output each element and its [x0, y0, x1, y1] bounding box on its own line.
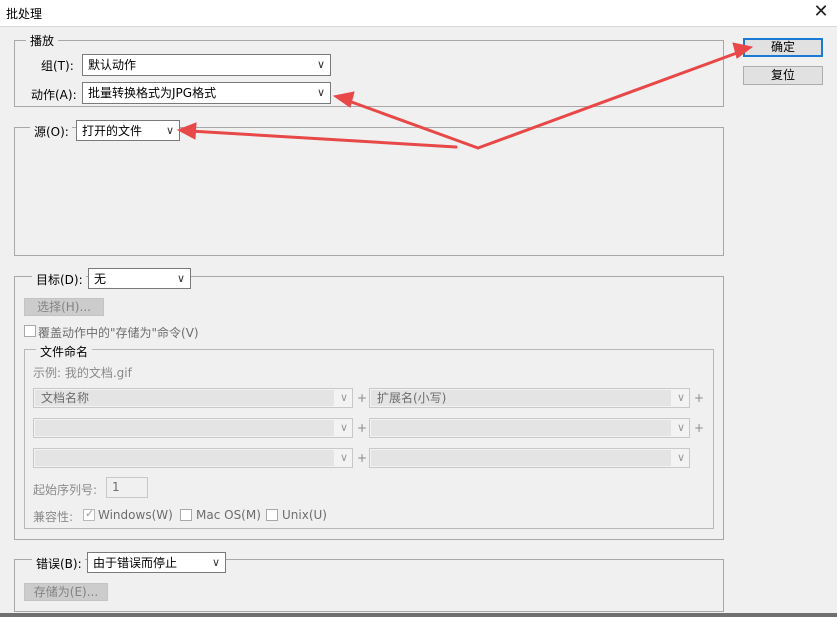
windows-checkbox[interactable]	[83, 507, 95, 521]
chevron-down-icon: ∨	[316, 58, 325, 71]
plus-sign: +	[357, 451, 368, 465]
naming-field-4[interactable]: ∨	[369, 418, 690, 438]
save-as-button[interactable]: 存储为(E)...	[24, 583, 108, 601]
naming-field-6[interactable]: ∨	[369, 448, 690, 468]
group-select-value: 默认动作	[88, 58, 137, 72]
action-select-value: 批量转换格式为JPG格式	[88, 86, 217, 100]
group-select[interactable]: 默认动作 ∨	[82, 54, 331, 76]
chevron-down-icon: ∨	[176, 272, 185, 285]
chevron-down-icon: ∨	[676, 451, 685, 464]
action-select[interactable]: 批量转换格式为JPG格式 ∨	[82, 82, 331, 104]
errors-select-value: 由于错误而停止	[93, 556, 178, 570]
close-icon[interactable]: ✕	[808, 1, 834, 25]
source-group	[14, 127, 724, 256]
group-label: 组(T):	[41, 59, 74, 73]
title-divider	[0, 26, 837, 27]
serial-input[interactable]: 1	[106, 477, 148, 498]
destination-label: 目标(D):	[32, 271, 86, 288]
source-label: 源(O):	[30, 123, 72, 140]
taskbar-edge	[0, 613, 837, 617]
errors-label: 错误(B):	[32, 555, 85, 572]
window-title: 批处理	[6, 7, 43, 21]
chevron-down-icon: ∨	[165, 124, 174, 137]
plus-sign: +	[694, 421, 705, 435]
play-legend: 播放	[26, 32, 59, 49]
destination-select-value: 无	[94, 272, 107, 286]
windows-label: Windows(W)	[98, 508, 173, 522]
action-label: 动作(A):	[31, 88, 77, 102]
chevron-down-icon: ∨	[339, 421, 348, 434]
errors-select[interactable]: 由于错误而停止 ∨	[87, 552, 226, 573]
naming-field-3[interactable]: ∨	[33, 418, 353, 438]
naming-field-2[interactable]: 扩展名(小写) ∨	[369, 388, 690, 408]
serial-label: 起始序列号:	[33, 483, 98, 497]
plus-sign: +	[357, 391, 368, 405]
file-naming-legend: 文件命名	[36, 343, 93, 360]
compat-label: 兼容性:	[33, 510, 74, 524]
unix-label: Unix(U)	[282, 508, 327, 522]
reset-button[interactable]: 复位	[743, 66, 823, 85]
chevron-down-icon: ∨	[211, 556, 220, 569]
naming-field-1[interactable]: 文档名称 ∨	[33, 388, 353, 408]
mac-checkbox[interactable]	[180, 509, 192, 521]
naming-field-5[interactable]: ∨	[33, 448, 353, 468]
choose-button[interactable]: 选择(H)...	[24, 298, 104, 316]
override-checkbox[interactable]	[24, 325, 36, 337]
ok-button[interactable]: 确定	[743, 38, 823, 57]
plus-sign: +	[694, 391, 705, 405]
unix-checkbox[interactable]	[266, 509, 278, 521]
naming-example: 示例: 我的文档.gif	[33, 366, 132, 380]
destination-select[interactable]: 无 ∨	[88, 268, 191, 289]
plus-sign: +	[357, 421, 368, 435]
chevron-down-icon: ∨	[676, 421, 685, 434]
chevron-down-icon: ∨	[339, 391, 348, 404]
chevron-down-icon: ∨	[339, 451, 348, 464]
source-select[interactable]: 打开的文件 ∨	[76, 120, 180, 141]
override-label: 覆盖动作中的"存储为"命令(V)	[38, 326, 199, 340]
source-select-value: 打开的文件	[82, 124, 143, 138]
chevron-down-icon: ∨	[316, 86, 325, 99]
chevron-down-icon: ∨	[676, 391, 685, 404]
title-bar	[0, 0, 837, 26]
mac-label: Mac OS(M)	[196, 508, 261, 522]
